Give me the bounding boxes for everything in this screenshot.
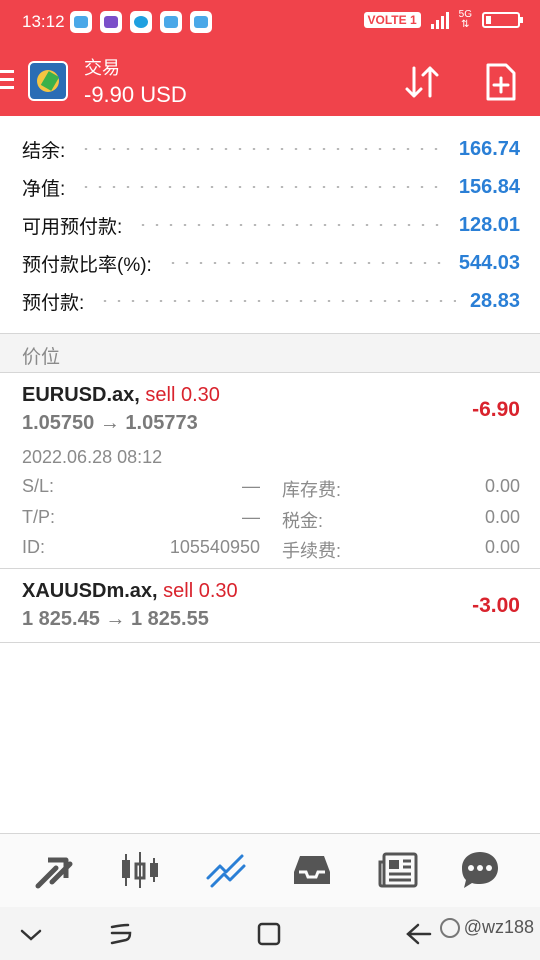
position-symbol-line: XAUUSDm.ax, sell 0.30 bbox=[22, 580, 238, 603]
dotted-leader bbox=[165, 262, 445, 264]
history-icon[interactable] bbox=[290, 848, 334, 892]
position-prices: 1.05750 → 1.05773 bbox=[22, 412, 198, 434]
summary-row-margin: 预付款: 28.83 bbox=[22, 282, 520, 320]
chart-icon[interactable] bbox=[118, 848, 162, 892]
watermark-logo-icon bbox=[439, 917, 460, 938]
new-order-icon[interactable] bbox=[484, 62, 518, 102]
detail-value: 105540950 bbox=[169, 537, 260, 557]
back-icon[interactable] bbox=[402, 919, 432, 949]
section-title: 价位 bbox=[22, 347, 61, 368]
detail-key: T/P: bbox=[22, 507, 56, 527]
dotted-leader bbox=[136, 224, 445, 226]
system-navigation-bar: @wz188 bbox=[0, 907, 540, 960]
bottom-navigation bbox=[0, 833, 540, 907]
quotes-icon[interactable] bbox=[32, 848, 76, 892]
notification-app-3-icon bbox=[190, 11, 212, 33]
detail-key: 税金: bbox=[282, 511, 324, 531]
summary-value: 166.74 bbox=[458, 137, 520, 160]
position-item[interactable]: XAUUSDm.ax, sell 0.30 1 825.45 → 1 825.5… bbox=[0, 569, 540, 643]
chat-icon[interactable] bbox=[458, 848, 502, 892]
status-time: 13:12 bbox=[22, 12, 65, 31]
network-type: 5G ⇅ bbox=[458, 9, 472, 30]
home-icon[interactable] bbox=[254, 919, 284, 949]
app-header: 交易 -9.90 USD bbox=[0, 44, 540, 116]
position-symbol: XAUUSDm.ax, bbox=[22, 580, 158, 602]
chat-app-icon bbox=[130, 11, 152, 33]
detail-value: 0.00 bbox=[484, 537, 520, 557]
detail-key: 库存费: bbox=[282, 480, 342, 500]
summary-value: 128.01 bbox=[458, 213, 520, 236]
menu-icon[interactable] bbox=[0, 70, 14, 90]
summary-label: 净值: bbox=[22, 178, 66, 200]
chevron-down-icon[interactable] bbox=[16, 919, 46, 949]
position-symbol: EURUSD.ax, bbox=[22, 384, 140, 406]
trade-icon[interactable] bbox=[204, 848, 248, 892]
summary-label: 预付款: bbox=[22, 292, 85, 314]
summary-value: 544.03 bbox=[458, 251, 520, 274]
sort-icon[interactable] bbox=[402, 62, 442, 102]
detail-value: — bbox=[242, 476, 260, 496]
app-logo-icon[interactable] bbox=[28, 61, 68, 101]
position-detail-row: ID: 105540950 手续费: 0.00 bbox=[22, 537, 520, 567]
news-icon[interactable] bbox=[376, 848, 420, 892]
notification-app-2-icon bbox=[160, 11, 182, 33]
detail-value: — bbox=[242, 507, 260, 527]
notification-app-1-icon bbox=[70, 11, 92, 33]
detail-value: 0.00 bbox=[484, 476, 520, 496]
watermark: @wz188 bbox=[439, 917, 534, 938]
position-side: sell 0.30 bbox=[145, 384, 220, 406]
status-bar: 13:12 VOLTE 1 5G ⇅ bbox=[0, 0, 540, 44]
position-profit: -3.00 bbox=[472, 594, 520, 617]
dotted-leader bbox=[79, 148, 445, 150]
summary-value: 156.84 bbox=[458, 175, 520, 198]
position-prices: 1 825.45 → 1 825.55 bbox=[22, 608, 209, 630]
detail-value: 0.00 bbox=[484, 507, 520, 527]
detail-key: 手续费: bbox=[282, 541, 342, 561]
position-detail-row: S/L: — 库存费: 0.00 bbox=[22, 476, 520, 506]
summary-label: 可用预付款: bbox=[22, 216, 123, 238]
summary-row-margin-level: 预付款比率(%): 544.03 bbox=[22, 244, 520, 282]
summary-row-balance: 结余: 166.74 bbox=[22, 130, 520, 168]
page-title: 交易 bbox=[84, 58, 120, 78]
position-symbol-line: EURUSD.ax, sell 0.30 bbox=[22, 384, 220, 407]
dotted-leader bbox=[79, 186, 445, 188]
summary-row-equity: 净值: 156.84 bbox=[22, 168, 520, 206]
battery-icon bbox=[482, 12, 523, 28]
dotted-leader bbox=[98, 300, 456, 302]
detail-key: ID: bbox=[22, 537, 46, 557]
summary-value: 28.83 bbox=[469, 289, 520, 312]
summary-row-free-margin: 可用预付款: 128.01 bbox=[22, 206, 520, 244]
status-app-icons bbox=[70, 11, 212, 33]
network-label: 5G bbox=[458, 9, 472, 20]
position-open-time: 2022.06.28 08:12 bbox=[22, 447, 163, 467]
status-right: VOLTE 1 5G ⇅ bbox=[363, 9, 523, 30]
signal-icon bbox=[430, 11, 449, 29]
gallery-icon bbox=[100, 11, 122, 33]
position-side: sell 0.30 bbox=[163, 580, 238, 602]
position-detail-row: T/P: — 税金: 0.00 bbox=[22, 507, 520, 537]
detail-key: S/L: bbox=[22, 476, 55, 496]
section-header: 价位 bbox=[0, 334, 540, 373]
position-item[interactable]: EURUSD.ax, sell 0.30 1.05750 → 1.05773 -… bbox=[0, 373, 540, 569]
summary-label: 结余: bbox=[22, 140, 66, 162]
volte-badge: VOLTE 1 bbox=[363, 12, 421, 28]
summary-label: 预付款比率(%): bbox=[22, 254, 152, 276]
account-summary: 结余: 166.74 净值: 156.84 可用预付款: 128.01 预付款比… bbox=[0, 116, 540, 334]
recent-apps-icon[interactable] bbox=[106, 919, 136, 949]
floating-profit: -9.90 USD bbox=[84, 82, 187, 107]
position-profit: -6.90 bbox=[472, 398, 520, 421]
watermark-text: @wz188 bbox=[463, 917, 534, 937]
